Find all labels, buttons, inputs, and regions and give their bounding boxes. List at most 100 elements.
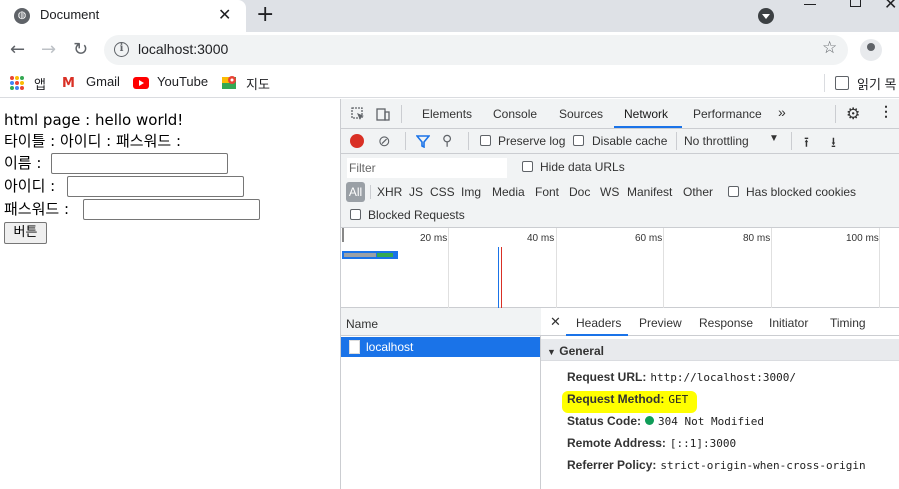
- tab-console[interactable]: Console: [493, 107, 537, 121]
- submit-button[interactable]: 버튼: [4, 222, 47, 244]
- filter-type-css[interactable]: CSS: [430, 185, 455, 199]
- disable-cache-label: Disable cache: [592, 134, 668, 148]
- filter-type-img[interactable]: Img: [461, 185, 481, 199]
- tab-preview[interactable]: Preview: [639, 316, 682, 330]
- filter-type-doc[interactable]: Doc: [569, 185, 590, 199]
- name-column-header[interactable]: Name: [341, 308, 541, 336]
- bookmark-gmail[interactable]: Gmail: [86, 74, 120, 89]
- close-details-icon[interactable]: ✕: [550, 314, 561, 330]
- bookmark-youtube[interactable]: YouTube: [157, 74, 208, 89]
- filter-type-media[interactable]: Media: [492, 185, 525, 199]
- network-timeline[interactable]: 20 ms 40 ms 60 ms 80 ms 100 ms: [341, 228, 899, 308]
- bookmarks-bar: 앱 M Gmail YouTube 지도 읽기 목: [0, 68, 899, 98]
- field-value: strict-origin-when-cross-origin: [660, 459, 866, 472]
- search-icon[interactable]: ⚲: [442, 132, 452, 149]
- tab-title: Document: [40, 7, 100, 22]
- name-input[interactable]: [51, 153, 228, 174]
- filter-type-ws[interactable]: WS: [600, 185, 619, 199]
- url-text[interactable]: localhost:3000: [138, 41, 228, 57]
- tab-response[interactable]: Response: [699, 316, 753, 330]
- field-key: Request Method:: [567, 392, 665, 406]
- timeline-grid-line: [663, 228, 664, 308]
- back-arrow-icon[interactable]: ←: [10, 40, 25, 60]
- timeline-tick-label: 20 ms: [420, 233, 448, 244]
- id-label: 아이디 :: [4, 177, 56, 195]
- filter-type-all[interactable]: All: [346, 182, 365, 202]
- filter-type-font[interactable]: Font: [535, 185, 559, 199]
- tab-search-icon[interactable]: [758, 8, 774, 24]
- forward-arrow-icon[interactable]: →: [41, 40, 56, 60]
- tab-elements[interactable]: Elements: [422, 107, 472, 121]
- toolbar-separator-2: [468, 132, 469, 150]
- more-tabs-icon[interactable]: »: [778, 104, 786, 120]
- globe-icon: ◍: [14, 8, 30, 24]
- info-icon[interactable]: i: [114, 42, 129, 57]
- status-ok-icon: [645, 416, 655, 425]
- id-input[interactable]: [67, 176, 244, 197]
- has-blocked-cookies-checkbox[interactable]: [728, 186, 739, 197]
- new-tab-button[interactable]: +: [256, 2, 274, 28]
- password-input[interactable]: [83, 199, 260, 220]
- filter-type-js[interactable]: JS: [409, 185, 423, 199]
- tab-performance[interactable]: Performance: [693, 107, 762, 121]
- request-row[interactable]: localhost: [341, 337, 540, 357]
- settings-gear-icon[interactable]: ⚙: [846, 104, 860, 124]
- kebab-menu-icon[interactable]: ⋮: [879, 103, 893, 120]
- bookmark-apps[interactable]: 앱: [34, 74, 46, 93]
- hello-text: html page : hello world!: [4, 111, 184, 129]
- import-har-icon[interactable]: ⭱: [804, 132, 809, 156]
- hide-data-urls-checkbox[interactable]: [522, 161, 533, 172]
- blocked-requests-checkbox[interactable]: [350, 209, 361, 220]
- bookmark-maps[interactable]: 지도: [246, 74, 270, 93]
- export-har-icon[interactable]: ⭳: [831, 132, 836, 156]
- field-key: Remote Address:: [567, 436, 666, 450]
- maps-icon: [222, 76, 236, 89]
- tab-initiator[interactable]: Initiator: [769, 316, 808, 330]
- domcontentloaded-line: [498, 247, 499, 308]
- filter-input[interactable]: Filter: [347, 158, 507, 178]
- timeline-tick-label: 80 ms: [743, 233, 771, 244]
- field-value: GET: [668, 393, 689, 406]
- tab-network[interactable]: Network: [624, 107, 668, 121]
- clear-icon[interactable]: ⊘: [378, 132, 391, 150]
- inspect-icon[interactable]: [351, 107, 365, 121]
- reading-list-icon[interactable]: [835, 76, 849, 90]
- browser-tab[interactable]: ◍ Document ✕: [0, 0, 246, 32]
- address-bar[interactable]: i localhost:3000 ☆: [104, 35, 848, 65]
- filter-bar: Filter Hide data URLs All XHR JS CSS Img…: [341, 154, 899, 228]
- close-tab-icon[interactable]: ✕: [218, 6, 231, 24]
- maximize-icon[interactable]: [850, 0, 861, 7]
- remote-address-row: Remote Address: [::1]:3000: [567, 436, 736, 450]
- star-icon[interactable]: ☆: [822, 38, 837, 58]
- tab-sources[interactable]: Sources: [559, 107, 603, 121]
- general-section-header[interactable]: ▼ General: [541, 339, 899, 361]
- chevron-down-icon[interactable]: ▼: [769, 133, 779, 144]
- throttling-select[interactable]: No throttling: [684, 134, 749, 148]
- password-label: 패스워드 :: [4, 200, 70, 218]
- disable-cache-checkbox[interactable]: [573, 135, 584, 146]
- field-key: Referrer Policy:: [567, 458, 657, 472]
- network-toolbar: ⊘ ⚲ Preserve log Disable cache No thrott…: [341, 129, 899, 154]
- tab-headers[interactable]: Headers: [576, 316, 621, 330]
- filter-type-xhr[interactable]: XHR: [377, 185, 402, 199]
- filter-type-manifest[interactable]: Manifest: [627, 185, 672, 199]
- reading-list-label[interactable]: 읽기 목: [857, 74, 897, 93]
- apps-grid-icon[interactable]: [10, 76, 24, 90]
- device-toolbar-icon[interactable]: [376, 107, 390, 121]
- window-close-icon[interactable]: ✕: [884, 0, 897, 13]
- preserve-log-checkbox[interactable]: [480, 135, 491, 146]
- toolbar-separator-3: [676, 132, 677, 150]
- request-name: localhost: [366, 340, 414, 354]
- filter-funnel-icon[interactable]: [416, 134, 430, 148]
- timeline-grid-line: [448, 228, 449, 308]
- minimize-icon[interactable]: [804, 4, 816, 5]
- timeline-bar-receive: [377, 253, 393, 257]
- preserve-log-label: Preserve log: [498, 134, 566, 148]
- avatar-icon[interactable]: [860, 39, 882, 61]
- devtools-tabbar: Elements Console Sources Network Perform…: [341, 99, 899, 129]
- tab-separator-2: [835, 105, 836, 123]
- tab-timing[interactable]: Timing: [830, 316, 866, 330]
- record-icon[interactable]: [350, 134, 364, 148]
- reload-icon[interactable]: ↻: [73, 40, 88, 60]
- filter-type-other[interactable]: Other: [683, 185, 713, 199]
